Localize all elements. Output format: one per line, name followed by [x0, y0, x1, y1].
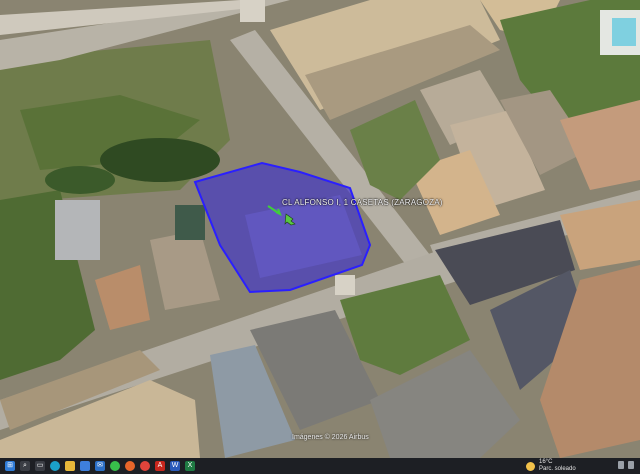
weather-description: Parc. soleado	[539, 466, 576, 472]
firefox-icon[interactable]	[125, 461, 135, 471]
sun-icon	[526, 461, 535, 471]
edge-icon[interactable]	[50, 461, 60, 471]
weather-temperature: 16°C	[539, 459, 553, 465]
weather-widget[interactable]: 16°C Parc. soleado	[526, 458, 576, 474]
system-tray[interactable]	[614, 461, 634, 469]
file-explorer-icon[interactable]	[65, 461, 75, 471]
image-attribution: Imágenes © 2026 Airbus	[292, 434, 369, 441]
satellite-map[interactable]: CL ALFONSO I, 1 CASETAS (ZARAGOZA) Imáge…	[0, 0, 640, 458]
store-icon[interactable]	[80, 461, 90, 471]
whatsapp-icon[interactable]	[110, 461, 120, 471]
parcel-address-label: CL ALFONSO I, 1 CASETAS (ZARAGOZA)	[282, 198, 443, 207]
mail-icon[interactable]: ✉	[95, 461, 105, 471]
excel-icon[interactable]: X	[185, 461, 195, 471]
windows-start-icon[interactable]: ⊞	[5, 461, 15, 471]
chrome-icon[interactable]	[140, 461, 150, 471]
aerial-image	[0, 0, 640, 458]
taskbar-icons: ⊞ ⌕ ▭ ✉ A W X	[0, 461, 195, 471]
volume-icon[interactable]	[628, 461, 634, 469]
search-icon[interactable]: ⌕	[20, 461, 30, 471]
task-view-icon[interactable]: ▭	[35, 461, 45, 471]
acrobat-icon[interactable]: A	[155, 461, 165, 471]
word-icon[interactable]: W	[170, 461, 180, 471]
network-icon[interactable]	[618, 461, 624, 469]
